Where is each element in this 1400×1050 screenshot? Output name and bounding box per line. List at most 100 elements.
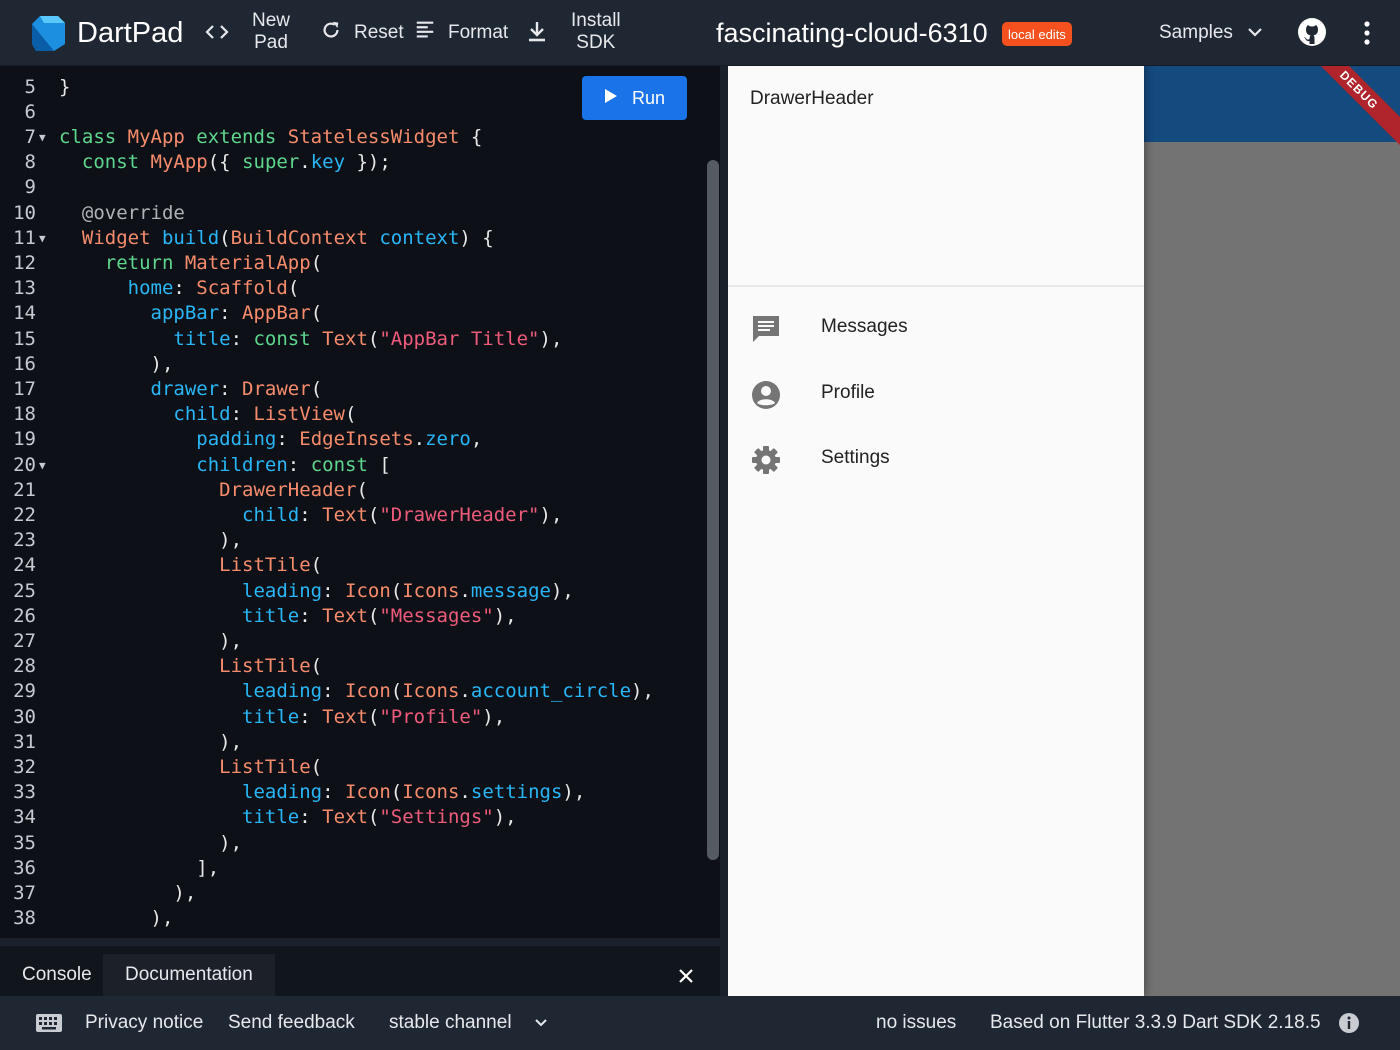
- issues-status[interactable]: no issues: [876, 996, 956, 1050]
- code-line[interactable]: 13 home: Scaffold(: [0, 276, 720, 301]
- code-token: (: [390, 781, 403, 804]
- code-text: DrawerHeader(: [59, 478, 368, 503]
- split-divider[interactable]: [720, 66, 728, 996]
- code-token: leading: [242, 680, 323, 703]
- code-token: Icon: [345, 579, 391, 602]
- code-token: .: [459, 781, 471, 804]
- code-line[interactable]: 15 title: const Text("AppBar Title"),: [0, 327, 720, 352]
- code-line[interactable]: 36 ],: [0, 856, 720, 881]
- code-line[interactable]: 12 return MaterialApp(: [0, 251, 720, 276]
- code-line[interactable]: 24 ListTile(: [0, 553, 720, 578]
- code-token: child: [242, 503, 300, 526]
- code-line[interactable]: 32 ListTile(: [0, 755, 720, 780]
- list-tile-profile[interactable]: Profile: [728, 362, 1144, 426]
- code-line[interactable]: 38 ),: [0, 906, 720, 931]
- code-line[interactable]: 28 ListTile(: [0, 654, 720, 679]
- code-line[interactable]: 18 child: ListView(: [0, 402, 720, 427]
- install-sdk-button[interactable]: Install SDK: [571, 10, 621, 54]
- code-token: ),: [59, 730, 243, 753]
- more-vert-icon[interactable]: [1362, 20, 1372, 46]
- line-number: 34: [13, 806, 36, 829]
- code-line[interactable]: 30 title: Text("Profile"),: [0, 705, 720, 730]
- format-button[interactable]: Format: [414, 14, 508, 52]
- download-icon[interactable]: [526, 20, 548, 44]
- code-line[interactable]: 35 ),: [0, 831, 720, 856]
- fold-arrow-icon[interactable]: ▼: [39, 125, 46, 150]
- code-token: :: [219, 302, 243, 325]
- code-line[interactable]: 26 title: Text("Messages"),: [0, 604, 720, 629]
- code-token: (: [219, 226, 231, 249]
- code-line[interactable]: 34 title: Text("Settings"),: [0, 805, 720, 830]
- pad-title[interactable]: fascinating-cloud-6310: [716, 14, 988, 52]
- line-number: 38: [13, 907, 36, 930]
- samples-dropdown[interactable]: Samples: [1159, 14, 1263, 52]
- reset-button[interactable]: Reset: [320, 14, 404, 52]
- console-tab-bar: Console Documentation: [0, 938, 720, 996]
- code-token: Text: [322, 705, 368, 728]
- code-line[interactable]: 22 child: Text("DrawerHeader"),: [0, 503, 720, 528]
- code-line[interactable]: 19 padding: EdgeInsets.zero,: [0, 427, 720, 452]
- channel-dropdown[interactable]: stable channel: [389, 996, 548, 1050]
- code-line[interactable]: 37 ),: [0, 881, 720, 906]
- new-pad-button[interactable]: New Pad: [252, 10, 290, 54]
- code-editor[interactable]: 5} 6 7 ▼ class MyApp extends StatelessWidget…: [0, 66, 720, 938]
- code-line[interactable]: 16 ),: [0, 352, 720, 377]
- code-token: Icon: [345, 781, 391, 804]
- code-token: ),: [539, 503, 563, 526]
- github-icon[interactable]: [1297, 17, 1327, 47]
- keyboard-icon[interactable]: [35, 996, 63, 1050]
- fold-arrow-icon[interactable]: ▼: [39, 453, 46, 478]
- editor-scrollbar[interactable]: [707, 160, 719, 860]
- code-token: ),: [59, 831, 243, 854]
- close-icon[interactable]: [677, 967, 695, 990]
- code-line[interactable]: 25 leading: Icon(Icons.message),: [0, 579, 720, 604]
- list-tile-messages[interactable]: Messages: [728, 296, 1144, 360]
- code-line[interactable]: 11 ▼ Widget build(BuildContext context) {: [0, 226, 720, 251]
- code-line[interactable]: 29 leading: Icon(Icons.account_circle),: [0, 679, 720, 704]
- code-line[interactable]: 17 drawer: Drawer(: [0, 377, 720, 402]
- refresh-icon: [320, 19, 342, 47]
- code-token: :: [322, 781, 345, 804]
- code-token: Drawer: [242, 377, 311, 400]
- info-icon[interactable]: [1338, 996, 1360, 1050]
- code-token: context: [379, 226, 460, 249]
- code-line[interactable]: 8 const MyApp({ super.key });: [0, 150, 720, 175]
- run-button[interactable]: Run: [582, 76, 687, 120]
- code-token: ),: [539, 327, 563, 350]
- line-number: 30: [13, 705, 36, 728]
- code-token: (: [310, 251, 323, 274]
- code-token: class: [59, 125, 128, 148]
- app-name[interactable]: DartPad: [77, 14, 183, 52]
- code-token: ListTile: [219, 554, 311, 577]
- line-number: 16: [13, 352, 36, 375]
- code-text: ),: [59, 831, 242, 856]
- code-token: ListView: [253, 403, 345, 426]
- code-text: ),: [59, 528, 242, 553]
- code-line[interactable]: 31 ),: [0, 730, 720, 755]
- tab-console[interactable]: Console: [0, 954, 114, 996]
- code-token: ),: [59, 352, 174, 375]
- code-line[interactable]: 9: [0, 175, 720, 200]
- code-icon[interactable]: [205, 20, 229, 44]
- privacy-notice-link[interactable]: Privacy notice: [85, 996, 203, 1050]
- code-token: :: [219, 377, 243, 400]
- line-number: 22: [13, 503, 36, 526]
- code-line[interactable]: 21 DrawerHeader(: [0, 478, 720, 503]
- code-line[interactable]: 27 ),: [0, 629, 720, 654]
- code-line[interactable]: 23 ),: [0, 528, 720, 553]
- tab-documentation[interactable]: Documentation: [103, 954, 275, 996]
- code-line[interactable]: 7 ▼ class MyApp extends StatelessWidget {: [0, 125, 720, 150]
- code-line[interactable]: 10 @override: [0, 201, 720, 226]
- send-feedback-link[interactable]: Send feedback: [228, 996, 355, 1050]
- app-preview[interactable]: DEBUG DrawerHeader Messages Profile Sett…: [728, 66, 1400, 996]
- code-line[interactable]: 33 leading: Icon(Icons.settings),: [0, 780, 720, 805]
- code-line[interactable]: 14 appBar: AppBar(: [0, 301, 720, 326]
- fold-arrow-icon[interactable]: ▼: [39, 226, 46, 251]
- list-tile-settings[interactable]: Settings: [728, 427, 1144, 491]
- code-line[interactable]: 20 ▼ children: const [: [0, 453, 720, 478]
- code-text: const MyApp({ super.key });: [59, 150, 391, 175]
